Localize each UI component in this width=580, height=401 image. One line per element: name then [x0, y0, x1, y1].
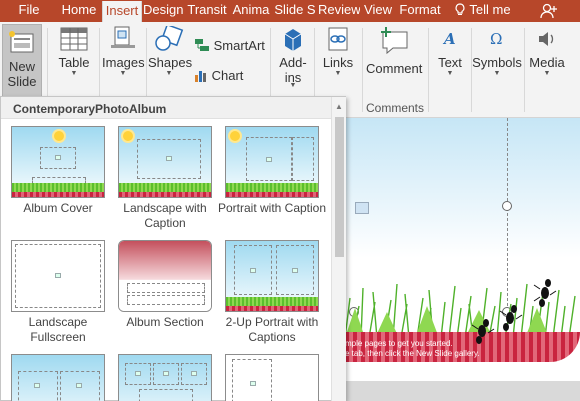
omega-icon: Ω	[490, 30, 502, 48]
layout-label: Portrait with Caption	[217, 201, 327, 215]
svg-text:Ω: Ω	[490, 30, 502, 48]
layout-label: Landscape with Caption	[123, 201, 207, 230]
new-slide-icon	[9, 31, 34, 53]
svg-text:A: A	[442, 30, 456, 48]
lightbulb-icon	[455, 3, 465, 15]
layout-thumb-album-cover[interactable]	[11, 126, 105, 198]
smartart-label: SmartArt	[213, 38, 265, 53]
symbols-label: Symbols	[472, 55, 522, 70]
layout-thumb-album-section[interactable]	[118, 240, 212, 312]
table-button[interactable]: Table ▼	[52, 26, 96, 78]
layout-thumb-row3-2[interactable]	[118, 354, 212, 401]
tab-slideshow[interactable]: Slide S	[274, 0, 316, 22]
layout-thumb-portrait-caption[interactable]	[225, 126, 319, 198]
slide-text-line-2: e tab, then click the New Slide gallery.	[345, 349, 480, 358]
smartart-button[interactable]: SmartArt	[194, 38, 265, 53]
shapes-icon	[155, 23, 184, 51]
links-button[interactable]: Links ▼	[318, 26, 358, 78]
table-label: Table	[58, 55, 90, 70]
comments-group-label: Comments	[366, 101, 425, 115]
layout-thumb-row3-3[interactable]	[225, 354, 319, 401]
layout-thumb-row3-1[interactable]	[11, 354, 105, 401]
tab-design[interactable]: Design	[143, 0, 183, 22]
gallery-scrollbar[interactable]: ▲	[331, 97, 346, 401]
layout-thumb-2up-portrait[interactable]	[225, 240, 319, 312]
shapes-label: Shapes	[148, 55, 193, 70]
chart-button[interactable]: Chart	[194, 68, 243, 83]
tab-file[interactable]: File	[6, 0, 52, 22]
share-icon[interactable]	[540, 3, 558, 24]
tab-view[interactable]: View	[362, 0, 394, 22]
tab-home[interactable]: Home	[57, 0, 101, 22]
smartart-icon	[195, 39, 209, 51]
chart-icon	[195, 71, 206, 82]
images-icon	[111, 26, 135, 48]
store-icon	[284, 29, 302, 51]
layout-label: 2-Up Portrait with Captions	[225, 315, 319, 344]
chart-label: Chart	[211, 68, 244, 83]
media-button[interactable]: Media ▼	[527, 26, 567, 78]
new-comment-icon	[381, 27, 408, 55]
image-placeholder-icon	[355, 202, 369, 214]
gallery-header: ContemporaryPhotoAlbum	[1, 97, 331, 119]
images-label: Images	[102, 55, 145, 70]
link-icon	[328, 27, 348, 51]
layout-label: Landscape Fullscreen	[28, 315, 88, 344]
layout-label: Album Section	[126, 315, 204, 329]
text-icon: A	[442, 30, 456, 48]
ribbon-tab-bar: File Home Insert Design Transit Anima Sl…	[0, 0, 580, 22]
resize-handle[interactable]	[502, 201, 512, 211]
tab-transitions[interactable]: Transit	[186, 0, 228, 22]
ants-graphic	[471, 279, 557, 344]
scroll-up-icon[interactable]: ▲	[335, 102, 343, 111]
comment-button[interactable]: Comment	[366, 26, 422, 76]
tab-format[interactable]: Format	[397, 0, 443, 22]
tab-insert[interactable]: Insert	[102, 1, 142, 22]
tell-me-box[interactable]: Tell me	[452, 0, 514, 22]
images-button[interactable]: Images ▼	[102, 26, 145, 78]
speaker-icon	[539, 32, 554, 46]
slide-preview[interactable]: mple pages to get you started. e tab, th…	[345, 118, 580, 381]
links-label: Links	[322, 55, 354, 70]
tell-me-label: Tell me	[469, 2, 511, 17]
tab-review[interactable]: Review	[318, 0, 360, 22]
addins-label: Add-ins	[279, 55, 307, 85]
new-slide-button[interactable]: New Slide	[2, 24, 42, 100]
layout-thumb-landscape-caption[interactable]	[118, 126, 212, 198]
table-icon	[60, 27, 88, 51]
shapes-button[interactable]: Shapes ▼	[148, 23, 193, 78]
symbols-button[interactable]: Ω Symbols ▼	[472, 26, 522, 78]
new-slide-label: New Slide	[7, 59, 37, 89]
tab-animations[interactable]: Anima	[230, 0, 272, 22]
slide-text-line-1: mple pages to get you started.	[345, 339, 453, 348]
notes-area	[340, 381, 580, 401]
layout-label: Album Cover	[23, 201, 93, 215]
addins-button[interactable]: Add-ins ▼	[275, 26, 311, 90]
media-label: Media	[529, 55, 565, 70]
comment-label: Comment	[366, 61, 423, 76]
new-slide-gallery: ContemporaryPhotoAlbum ▲ Album Cover Lan…	[0, 96, 346, 401]
scroll-thumb[interactable]	[335, 117, 344, 257]
layout-thumb-landscape-fullscreen[interactable]	[11, 240, 105, 312]
text-button[interactable]: A Text ▼	[432, 26, 468, 78]
text-label: Text	[438, 55, 462, 70]
